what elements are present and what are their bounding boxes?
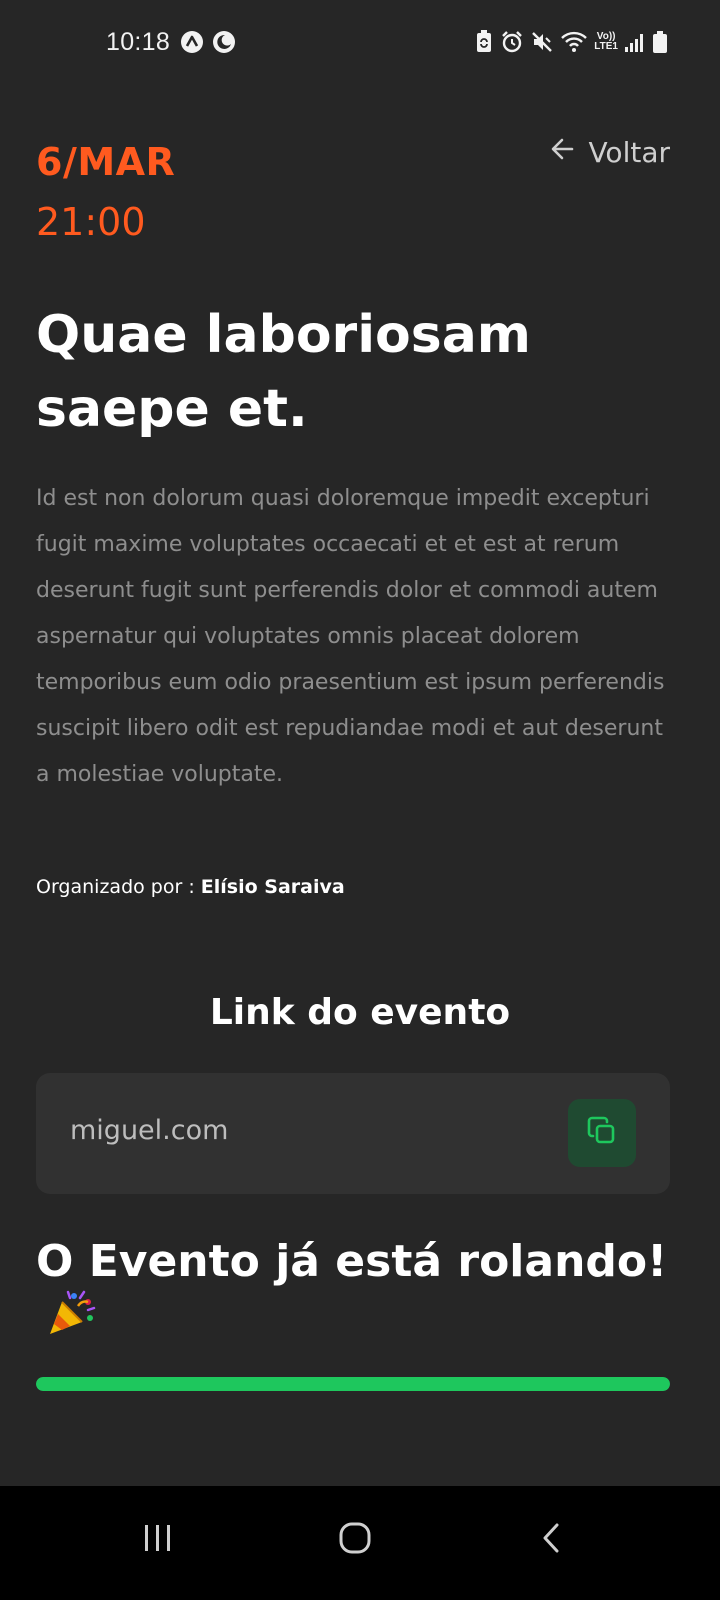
event-time: 21:00: [36, 200, 146, 244]
event-link-box: miguel.com: [36, 1073, 670, 1194]
event-title: Quae laboriosam saepe et.: [36, 305, 531, 439]
wifi-icon: [560, 30, 588, 54]
arrow-left-icon: [550, 136, 576, 169]
alarm-icon: [500, 30, 524, 54]
status-right-icons: Vo)) LTE1: [474, 30, 668, 54]
system-nav-bar: [0, 1486, 720, 1600]
back-button[interactable]: Voltar: [550, 136, 670, 169]
event-description: Id est non dolorum quasi doloremque impe…: [36, 486, 665, 787]
event-progress-fill: [36, 1377, 670, 1391]
status-time: 10:18: [106, 28, 171, 56]
battery-icon: [652, 30, 668, 54]
copy-icon: [585, 1114, 619, 1152]
home-icon: [339, 1522, 371, 1554]
recent-apps-icon: [145, 1525, 170, 1551]
event-live-heading: O Evento já está rolando!: [36, 1236, 676, 1350]
status-left-icons: [180, 30, 236, 54]
event-date: 6/MAR: [36, 140, 176, 184]
event-live-text: O Evento já está rolando!: [36, 1236, 668, 1287]
recent-apps-button[interactable]: [128, 1508, 188, 1568]
organizer-name: Elísio Saraiva: [200, 876, 345, 898]
event-progress-bar: [36, 1377, 670, 1391]
organizer-line: Organizado por : Elísio Saraiva: [36, 876, 345, 898]
lte-indicator: Vo)) LTE1: [594, 32, 618, 52]
chevron-left-icon: [543, 1523, 559, 1553]
expo-icon: [180, 30, 204, 54]
party-popper-icon: [44, 1288, 98, 1350]
event-link-url[interactable]: miguel.com: [70, 1115, 228, 1146]
back-label: Voltar: [588, 136, 670, 169]
organizer-label: Organizado por :: [36, 876, 201, 898]
home-button[interactable]: [325, 1508, 385, 1568]
signal-icon: [624, 31, 646, 53]
mute-icon: [530, 30, 554, 54]
lte-label: LTE1: [594, 41, 618, 52]
link-heading: Link do evento: [209, 992, 511, 1033]
status-bar: 10:18 Vo)) LTE1: [0, 0, 720, 88]
moon-icon: [212, 30, 236, 54]
battery-saver-icon: [474, 30, 494, 54]
copy-link-button[interactable]: [568, 1099, 636, 1167]
system-back-button[interactable]: [522, 1508, 582, 1568]
